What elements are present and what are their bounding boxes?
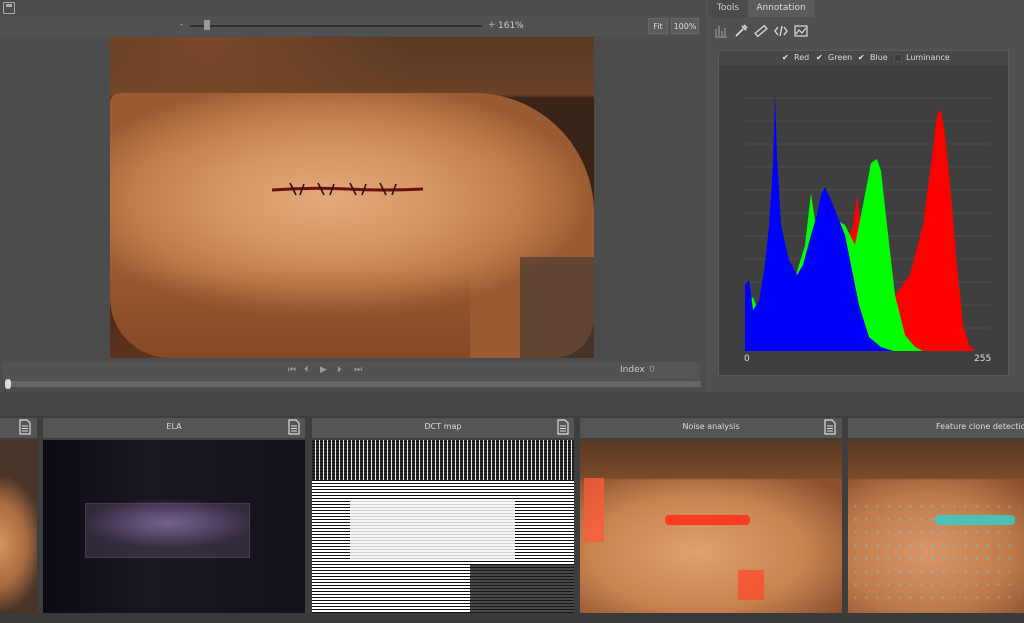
play-icon[interactable]: ▶ bbox=[320, 365, 327, 375]
dct-top-band bbox=[312, 440, 574, 480]
dct-dark-region bbox=[470, 565, 574, 613]
thumbnail-header-clone: Feature clone detection bbox=[848, 418, 1024, 438]
save-icon[interactable] bbox=[3, 2, 15, 14]
legend-blue-label: Blue bbox=[870, 53, 888, 62]
thumbnail-header-ela: ELA bbox=[43, 418, 305, 438]
clone-suture-highlight bbox=[935, 515, 1015, 525]
document-icon[interactable] bbox=[286, 419, 302, 435]
index-label: Index: bbox=[620, 365, 648, 375]
thumbnail-header-noise: Noise analysis bbox=[580, 418, 842, 438]
noise-highlight-bottom bbox=[738, 570, 764, 600]
background-region bbox=[520, 257, 594, 358]
previous-frame-icon[interactable]: ⏴ bbox=[304, 365, 309, 375]
index-input[interactable]: 0 bbox=[645, 362, 695, 378]
last-frame-icon[interactable]: ⏭ bbox=[354, 365, 362, 375]
legend-red-label: Red bbox=[794, 53, 810, 62]
document-icon[interactable] bbox=[17, 419, 33, 435]
ruler-icon[interactable] bbox=[754, 24, 768, 38]
timeline-slider[interactable] bbox=[5, 381, 701, 387]
hand-shadow bbox=[110, 267, 470, 358]
fit-button[interactable]: Fit bbox=[648, 18, 668, 34]
green-checkbox[interactable]: ✔ bbox=[816, 53, 823, 62]
zoom-out-button[interactable]: - bbox=[180, 20, 183, 30]
suture-mark bbox=[271, 182, 424, 196]
histogram-x-min: 0 bbox=[744, 354, 750, 364]
zoom-level: 161% bbox=[498, 21, 524, 31]
next-frame-icon[interactable]: ⏵ bbox=[337, 365, 342, 375]
thumbnail-noise-analysis[interactable] bbox=[580, 440, 842, 613]
first-frame-icon[interactable]: ⏮ bbox=[288, 365, 296, 375]
histogram-plot bbox=[745, 93, 991, 351]
main-image bbox=[110, 37, 594, 358]
strip-footer bbox=[0, 613, 1024, 623]
document-icon[interactable] bbox=[555, 419, 571, 435]
red-checkbox[interactable]: ✔ bbox=[782, 53, 789, 62]
blue-checkbox[interactable]: ✔ bbox=[858, 53, 865, 62]
histogram-icon[interactable] bbox=[714, 24, 728, 38]
luminance-checkbox[interactable] bbox=[894, 54, 902, 62]
eyedropper-icon[interactable] bbox=[734, 24, 748, 38]
playback-bar bbox=[3, 362, 700, 380]
ela-highlight bbox=[85, 503, 250, 558]
legend-luminance-label: Luminance bbox=[906, 53, 950, 62]
legend-green-label: Green bbox=[828, 53, 853, 62]
tab-annotation[interactable]: Annotation bbox=[748, 0, 814, 17]
actual-size-button[interactable]: 100% bbox=[671, 18, 699, 34]
image-chart-icon[interactable] bbox=[794, 24, 808, 38]
zoom-slider-handle[interactable] bbox=[204, 20, 210, 30]
histogram-x-max: 255 bbox=[974, 354, 992, 364]
timeline-handle[interactable] bbox=[5, 379, 11, 389]
zoom-in-button[interactable]: + bbox=[488, 20, 496, 30]
code-icon[interactable] bbox=[774, 24, 788, 38]
strip-separator bbox=[0, 392, 1024, 416]
tab-tools[interactable]: Tools bbox=[708, 0, 748, 17]
noise-highlight-left bbox=[584, 478, 604, 542]
thumbnail-header-dct: DCT map bbox=[312, 418, 574, 438]
dct-white-region bbox=[350, 500, 515, 560]
noise-suture-highlight bbox=[665, 515, 750, 525]
thumbnail-original[interactable] bbox=[0, 440, 37, 613]
document-icon[interactable] bbox=[822, 419, 838, 435]
zoom-slider[interactable] bbox=[190, 25, 482, 27]
